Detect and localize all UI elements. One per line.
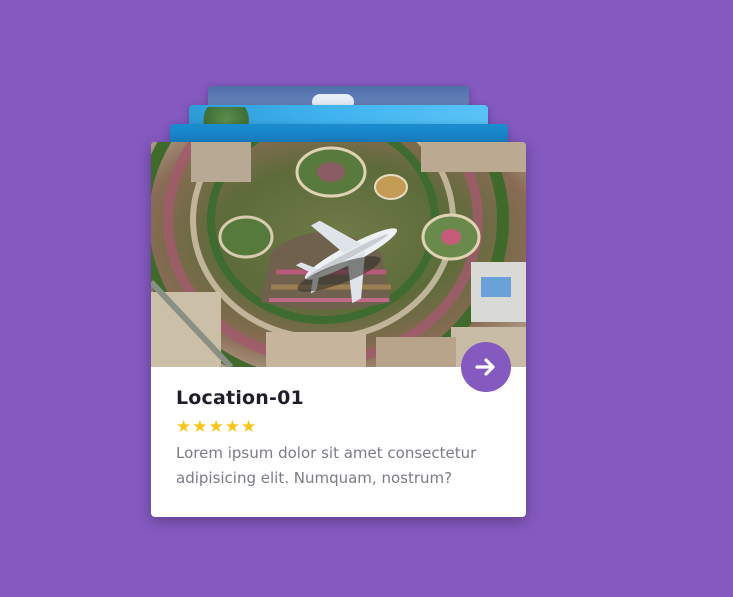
star-icon: ★ (176, 417, 192, 437)
location-aerial-image (151, 142, 526, 367)
arrow-right-icon (475, 358, 495, 376)
star-icon: ★ (192, 417, 208, 437)
star-icon: ★ (224, 417, 240, 437)
star-icon: ★ (208, 417, 224, 437)
location-title: Location-01 (176, 387, 304, 409)
star-icon: ★ (241, 417, 257, 437)
next-button[interactable] (461, 342, 511, 392)
location-card: Location-01 ★ ★ ★ ★ ★ Lorem ipsum dolor … (151, 142, 526, 517)
star-rating: ★ ★ ★ ★ ★ (176, 418, 256, 436)
location-description: Lorem ipsum dolor sit amet consectetur a… (176, 444, 477, 487)
